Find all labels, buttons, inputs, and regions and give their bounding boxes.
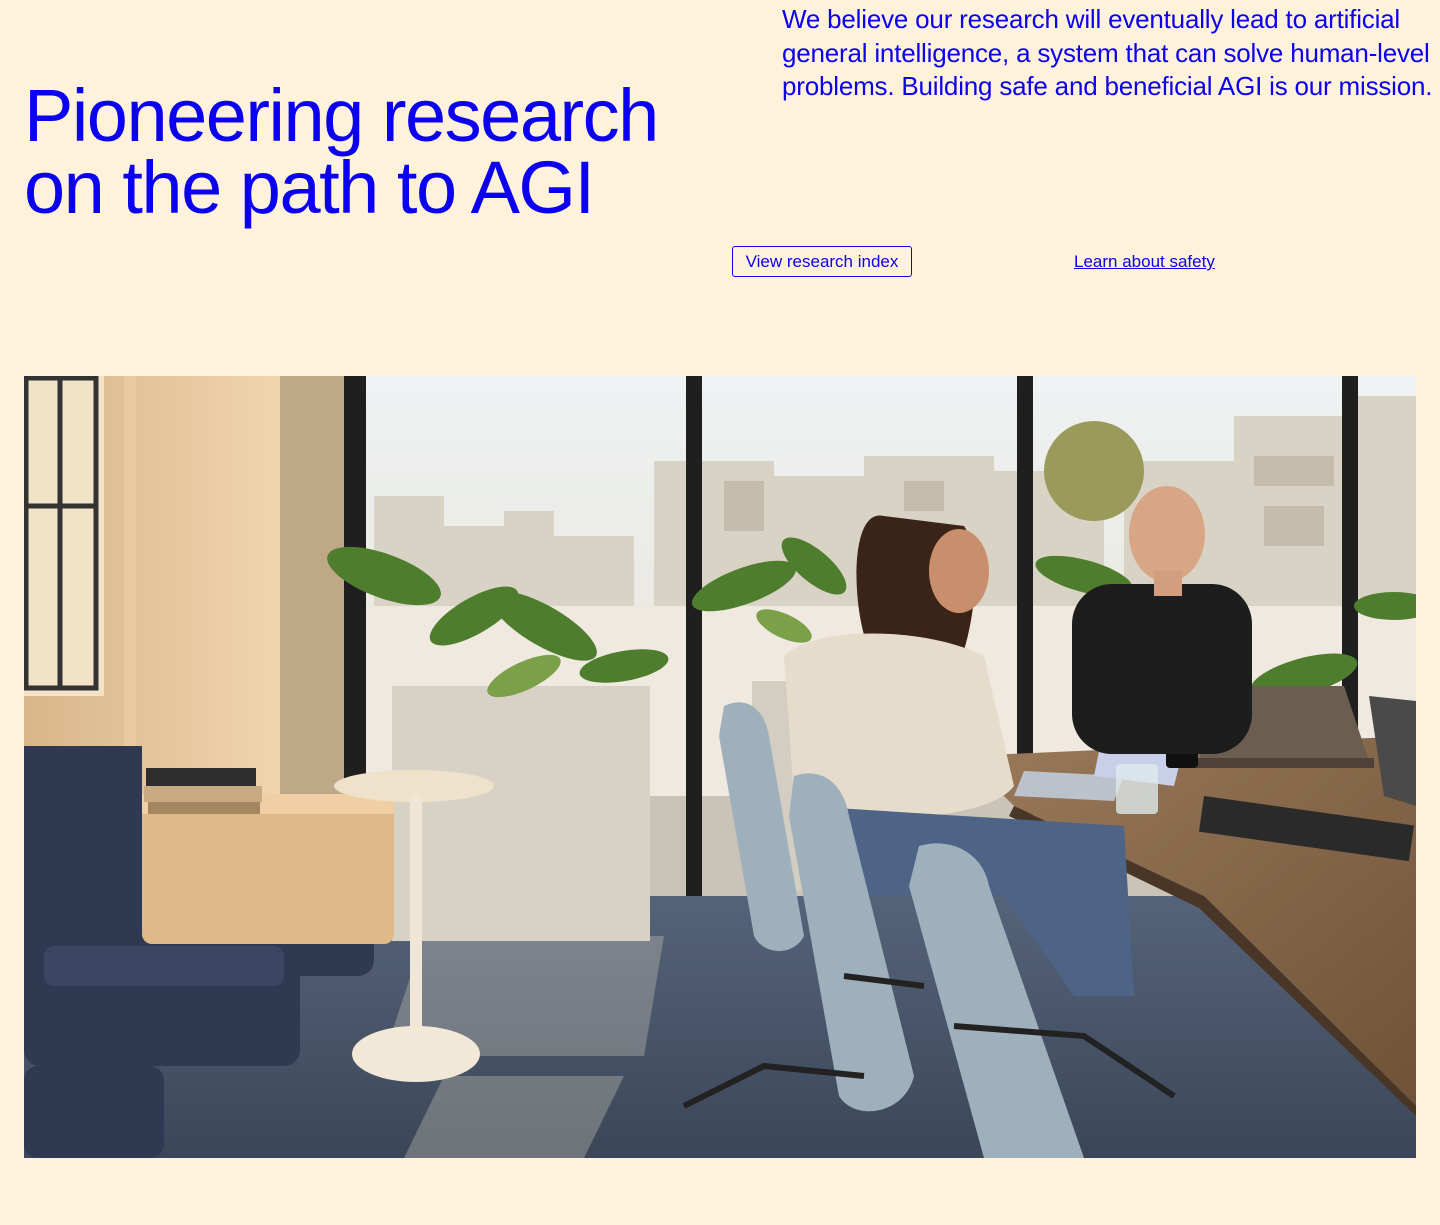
page-title-line-1: Pioneering research (24, 74, 659, 157)
page-title-line-2: on the path to AGI (24, 146, 595, 229)
learn-about-safety-link[interactable]: Learn about safety (1074, 252, 1215, 272)
view-research-index-button[interactable]: View research index (732, 246, 912, 277)
hero-image (24, 376, 1416, 1158)
page-title: Pioneering research on the path to AGI (24, 79, 704, 225)
intro-paragraph: We believe our research will eventually … (782, 4, 1433, 101)
